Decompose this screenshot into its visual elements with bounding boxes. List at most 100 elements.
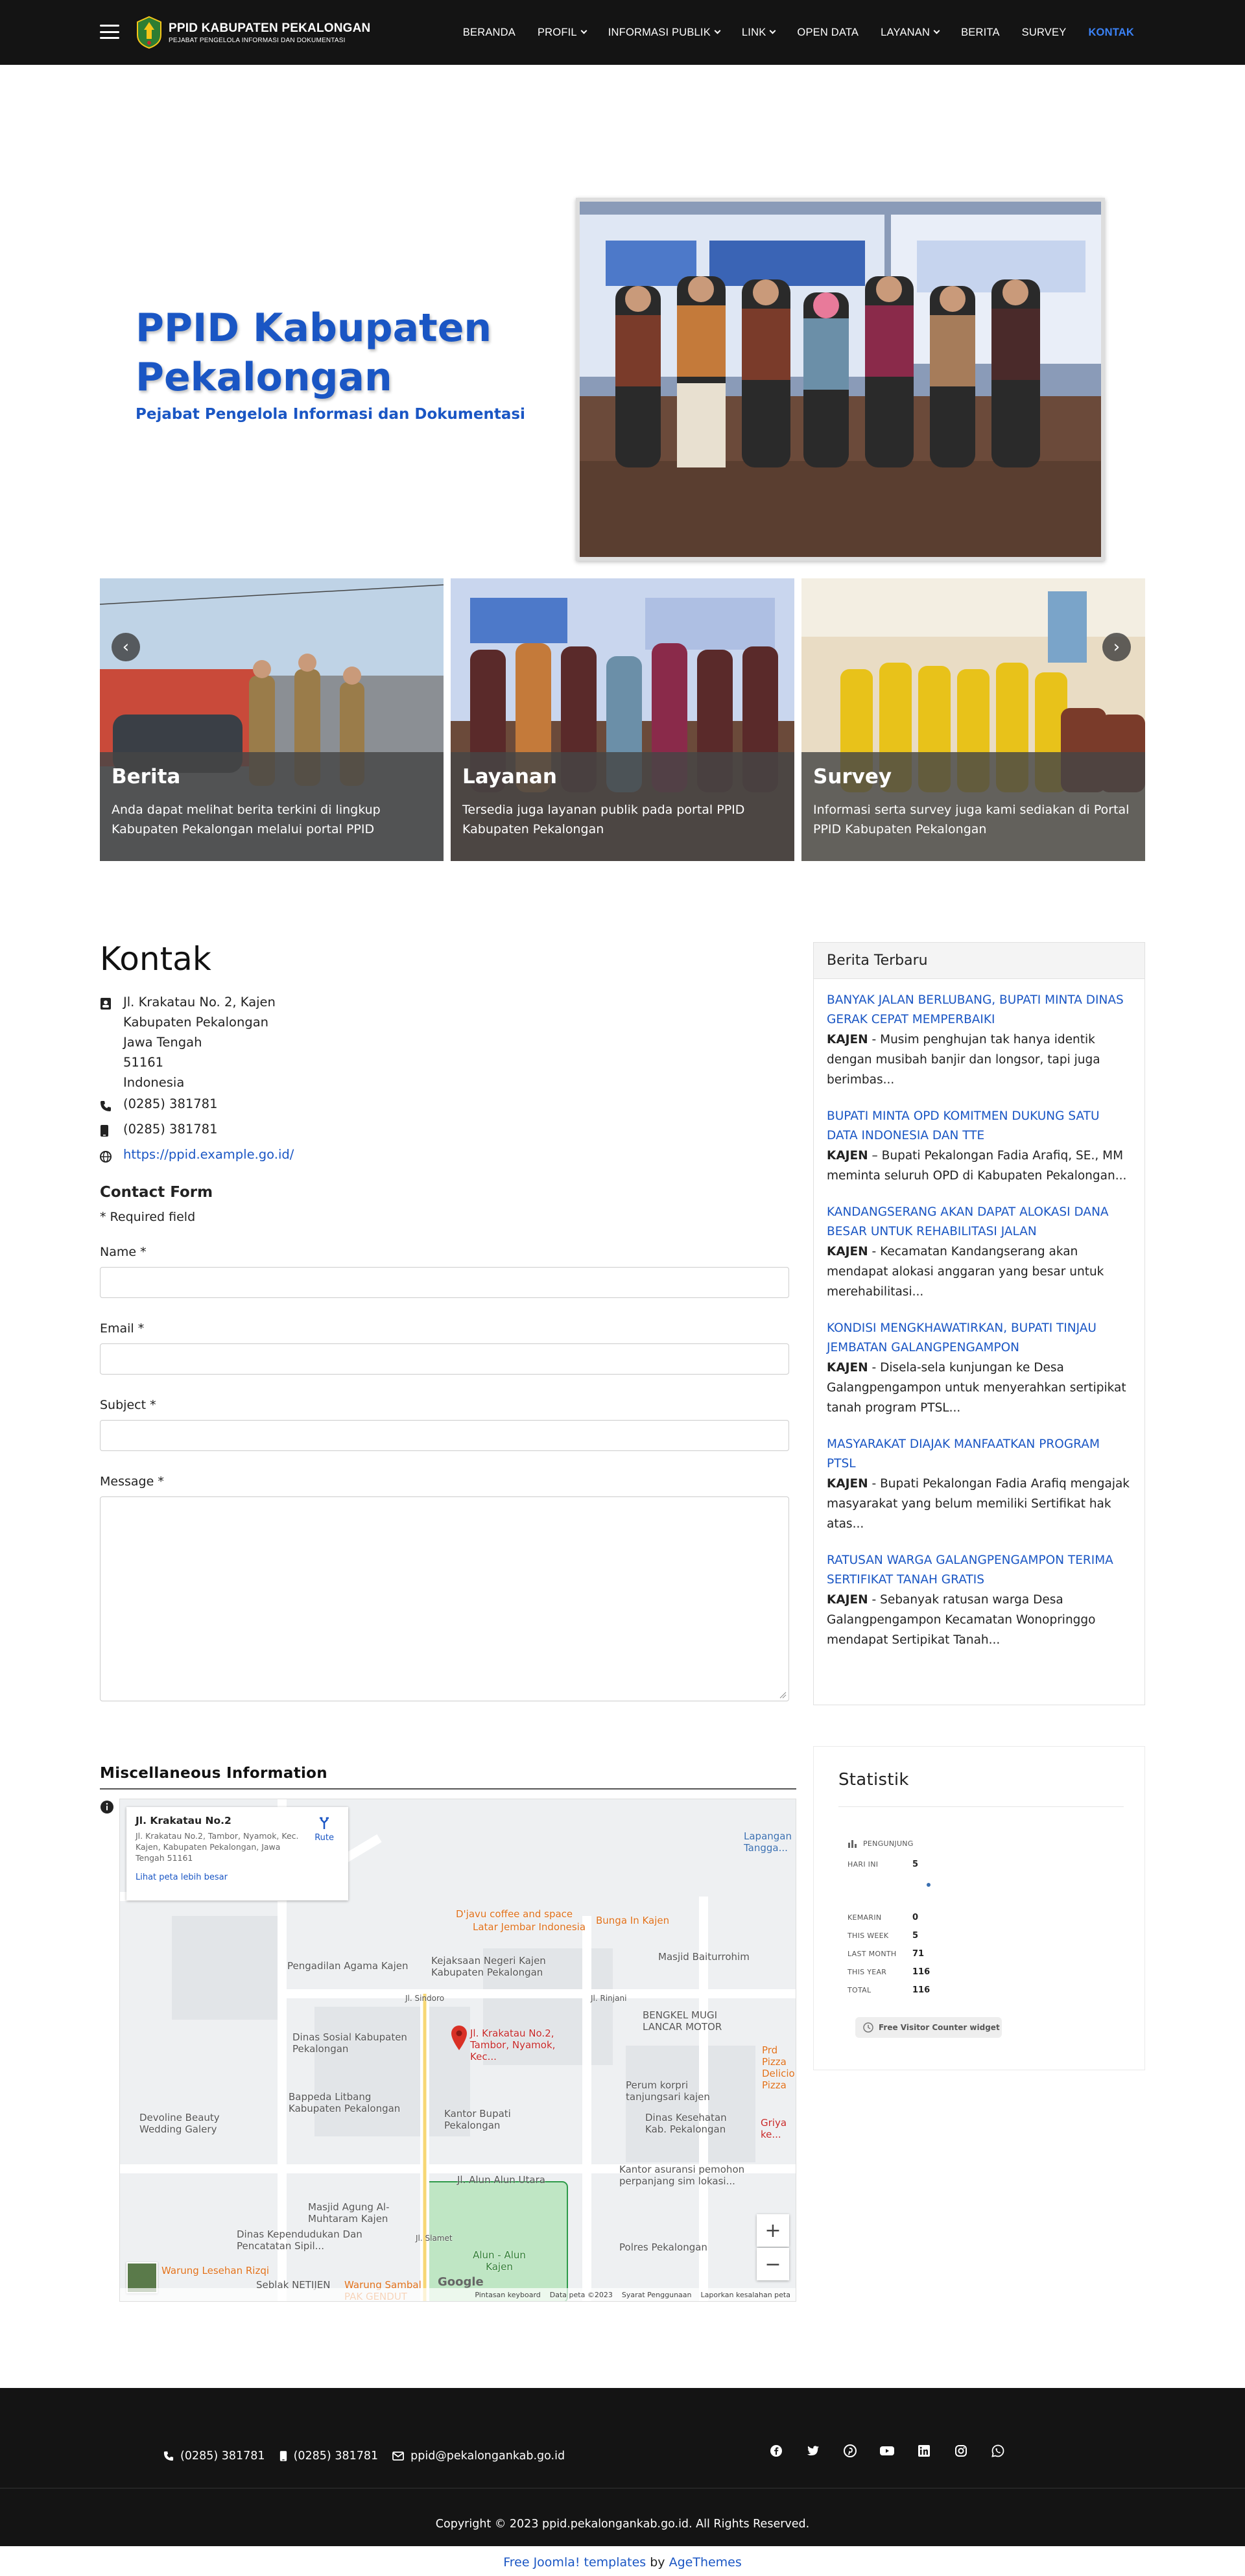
menu-hamburger-icon[interactable] — [100, 25, 119, 39]
terms-link[interactable]: Syarat Penggunaan — [622, 2291, 692, 2299]
report-error-link[interactable]: Laporkan kesalahan peta — [701, 2291, 791, 2299]
menu-item-survey[interactable]: SURVEY — [1011, 27, 1078, 39]
card-text: Informasi serta survey juga kami sediaka… — [813, 803, 1130, 836]
map-place-label: Prd Pizza Delicious Pizza — [762, 2044, 796, 2091]
info-icon — [101, 1801, 113, 1814]
map-data-credit: Data peta ©2023 — [549, 2290, 613, 2299]
news-excerpt: KAJEN – Bupati Pekalongan Fadia Arafiq, … — [827, 1149, 1127, 1183]
map-place-label: Warung Lesehan Rizqi — [161, 2265, 270, 2276]
menu-item-berita[interactable]: BERITA — [950, 27, 1011, 39]
news-title-link[interactable]: BUPATI MINTA OPD KOMITMEN DUKUNG SATU DA… — [827, 1109, 1100, 1142]
news-title-link[interactable]: KANDANGSERANG AKAN DAPAT ALOKASI DANA BE… — [827, 1205, 1109, 1238]
mobile-phone-icon — [100, 1119, 123, 1143]
stats-row: THIS WEEK 5 — [848, 1931, 919, 1941]
required-note: * Required field — [100, 1210, 196, 1224]
news-excerpt: KAJEN - Musim penghujan tak hanya identi… — [827, 1033, 1100, 1087]
menu-item-beranda[interactable]: BERANDA — [452, 27, 527, 39]
card-overlay: Survey Informasi serta survey juga kami … — [801, 752, 1145, 861]
contact-mobile: (0285) 381781 — [100, 1119, 789, 1143]
email-field[interactable] — [100, 1343, 789, 1375]
social-links — [768, 2443, 1006, 2459]
news-title-link[interactable]: MASYARAKAT DIAJAK MANFAATKAN PROGRAM PTS… — [827, 1437, 1100, 1471]
chevron-down-icon — [714, 27, 721, 34]
menu-item-layanan[interactable]: LAYANAN — [870, 27, 950, 39]
resize-handle-icon[interactable] — [779, 1691, 787, 1699]
card-survey[interactable]: Survey Informasi serta survey juga kami … — [801, 578, 1145, 861]
menu-item-link[interactable]: LINK — [731, 27, 786, 39]
news-item: MASYARAKAT DIAJAK MANFAATKAN PROGRAM PTS… — [827, 1435, 1132, 1534]
chart-point — [927, 1883, 931, 1887]
agethemes-link[interactable]: AgeThemes — [669, 2555, 742, 2570]
instagram-icon[interactable] — [953, 2443, 969, 2459]
news-item: RATUSAN WARGA GALANGPENGAMPON TERIMA SER… — [827, 1551, 1132, 1650]
map-place-label: BENGKEL MUGI LANCAR MOTOR — [643, 2009, 722, 2033]
linkedin-icon[interactable] — [916, 2443, 932, 2459]
menu-item-open-data[interactable]: OPEN DATA — [786, 27, 870, 39]
copyright-text: Copyright © 2023 ppid.pekalongankab.go.i… — [435, 2518, 810, 2531]
map-street-label: Jl. Sindoro — [405, 1994, 445, 2003]
news-title-link[interactable]: RATUSAN WARGA GALANGPENGAMPON TERIMA SER… — [827, 1554, 1113, 1587]
template-credit: Free Joomla! templates by AgeThemes — [503, 2555, 742, 2570]
twitter-icon[interactable] — [805, 2443, 821, 2459]
card-layanan[interactable]: Layanan Tersedia juga layanan publik pad… — [451, 578, 794, 861]
route-button[interactable]: Rute — [314, 1816, 334, 1843]
visitors-label: PENGUNJUNG — [863, 1839, 914, 1848]
menu-item-informasi-publik[interactable]: INFORMASI PUBLIK — [597, 27, 731, 39]
address-line: Jl. Krakatau No. 2, Kajen — [123, 995, 276, 1010]
pinterest-icon[interactable] — [842, 2443, 858, 2459]
hero: PPID Kabupaten Pekalongan Pejabat Pengel… — [0, 65, 1245, 577]
contact-website: https://ppid.example.go.id/ — [100, 1144, 789, 1168]
joomla-templates-link[interactable]: Free Joomla! templates — [503, 2555, 646, 2570]
footer-email[interactable]: ppid@pekalongankab.go.id — [392, 2450, 565, 2463]
larger-map-link[interactable]: Lihat peta lebih besar — [136, 1873, 339, 1882]
hero-title: PPID Kabupaten Pekalongan — [136, 305, 492, 400]
brand[interactable]: PPID KABUPATEN PEKALONGAN PEJABAT PENGEL… — [135, 16, 370, 49]
latest-news-panel: Berita Terbaru BANYAK JALAN BERLUBANG, B… — [813, 942, 1145, 1705]
card-berita[interactable]: Berita Anda dapat melihat berita terkini… — [100, 578, 444, 861]
carousel-prev-button[interactable]: ‹ — [112, 633, 140, 661]
website-link[interactable]: https://ppid.example.go.id/ — [123, 1144, 294, 1164]
hero-photo — [576, 198, 1105, 561]
plus-icon: + — [765, 2219, 781, 2242]
zoom-in-button[interactable]: + — [757, 2214, 789, 2247]
facebook-icon[interactable] — [768, 2443, 784, 2459]
menu-item-kontak[interactable]: KONTAK — [1077, 27, 1145, 39]
whatsapp-icon[interactable] — [990, 2443, 1006, 2459]
card-text: Tersedia juga layanan publik pada portal… — [462, 803, 745, 836]
map-card-title: Jl. Krakatau No.2 — [136, 1815, 231, 1826]
visitor-counter-badge[interactable]: Free Visitor Counter widget — [855, 2017, 1002, 2038]
youtube-icon[interactable] — [879, 2443, 895, 2459]
keyboard-shortcuts-link[interactable]: Pintasan keyboard — [475, 2291, 540, 2299]
chevron-down-icon — [769, 27, 776, 34]
mobile-phone-icon — [279, 2451, 287, 2461]
card-overlay: Berita Anda dapat melihat berita terkini… — [100, 752, 444, 861]
news-item: BUPATI MINTA OPD KOMITMEN DUKUNG SATU DA… — [827, 1107, 1132, 1186]
subject-field[interactable] — [100, 1420, 789, 1451]
news-excerpt: KAJEN - Bupati Pekalongan Fadia Arafiq m… — [827, 1477, 1130, 1531]
map-place-label: Kantor Bupati Pekalongan — [444, 2108, 511, 2131]
news-excerpt: KAJEN - Disela-sela kunjungan ke Desa Ga… — [827, 1361, 1126, 1415]
carousel-next-button[interactable]: › — [1102, 633, 1131, 661]
statistics-heading: Statistik — [838, 1770, 909, 1790]
subject-label: Subject * — [100, 1398, 156, 1412]
misc-info-heading: Miscellaneous Information — [100, 1765, 796, 1790]
contact-heading: Kontak — [100, 940, 211, 978]
map-pin-icon[interactable] — [451, 2025, 468, 2051]
card-text: Anda dapat melihat berita terkini di lin… — [112, 803, 381, 836]
address-line: 51161 — [123, 1055, 164, 1070]
news-title-link[interactable]: BANYAK JALAN BERLUBANG, BUPATI MINTA DIN… — [827, 993, 1124, 1026]
statistics-panel: Statistik PENGUNJUNG HARI INI 5 KEMARIN 0… — [813, 1746, 1145, 2070]
embedded-map[interactable]: D'javu coffee and space Latar Jembar Ind… — [119, 1799, 796, 2302]
stats-row-today: HARI INI 5 — [848, 1860, 919, 1869]
zoom-out-button[interactable]: − — [757, 2248, 789, 2280]
footer-mobile: (0285) 381781 — [279, 2450, 378, 2463]
minus-icon: − — [765, 2252, 781, 2276]
message-textarea[interactable] — [100, 1496, 789, 1701]
name-field[interactable] — [100, 1267, 789, 1298]
menu-item-profil[interactable]: PROFIL — [527, 27, 597, 39]
news-title-link[interactable]: KONDISI MENGKHAWATIRKAN, BUPATI TINJAU J… — [827, 1321, 1097, 1354]
stats-row: THIS YEAR 116 — [848, 1967, 931, 1977]
address-book-icon — [100, 992, 123, 1016]
stats-row: LAST MONTH 71 — [848, 1949, 925, 1959]
map-card-address: Jl. Krakatau No.2, Tambor, Nyamok, Kec. … — [136, 1831, 299, 1863]
